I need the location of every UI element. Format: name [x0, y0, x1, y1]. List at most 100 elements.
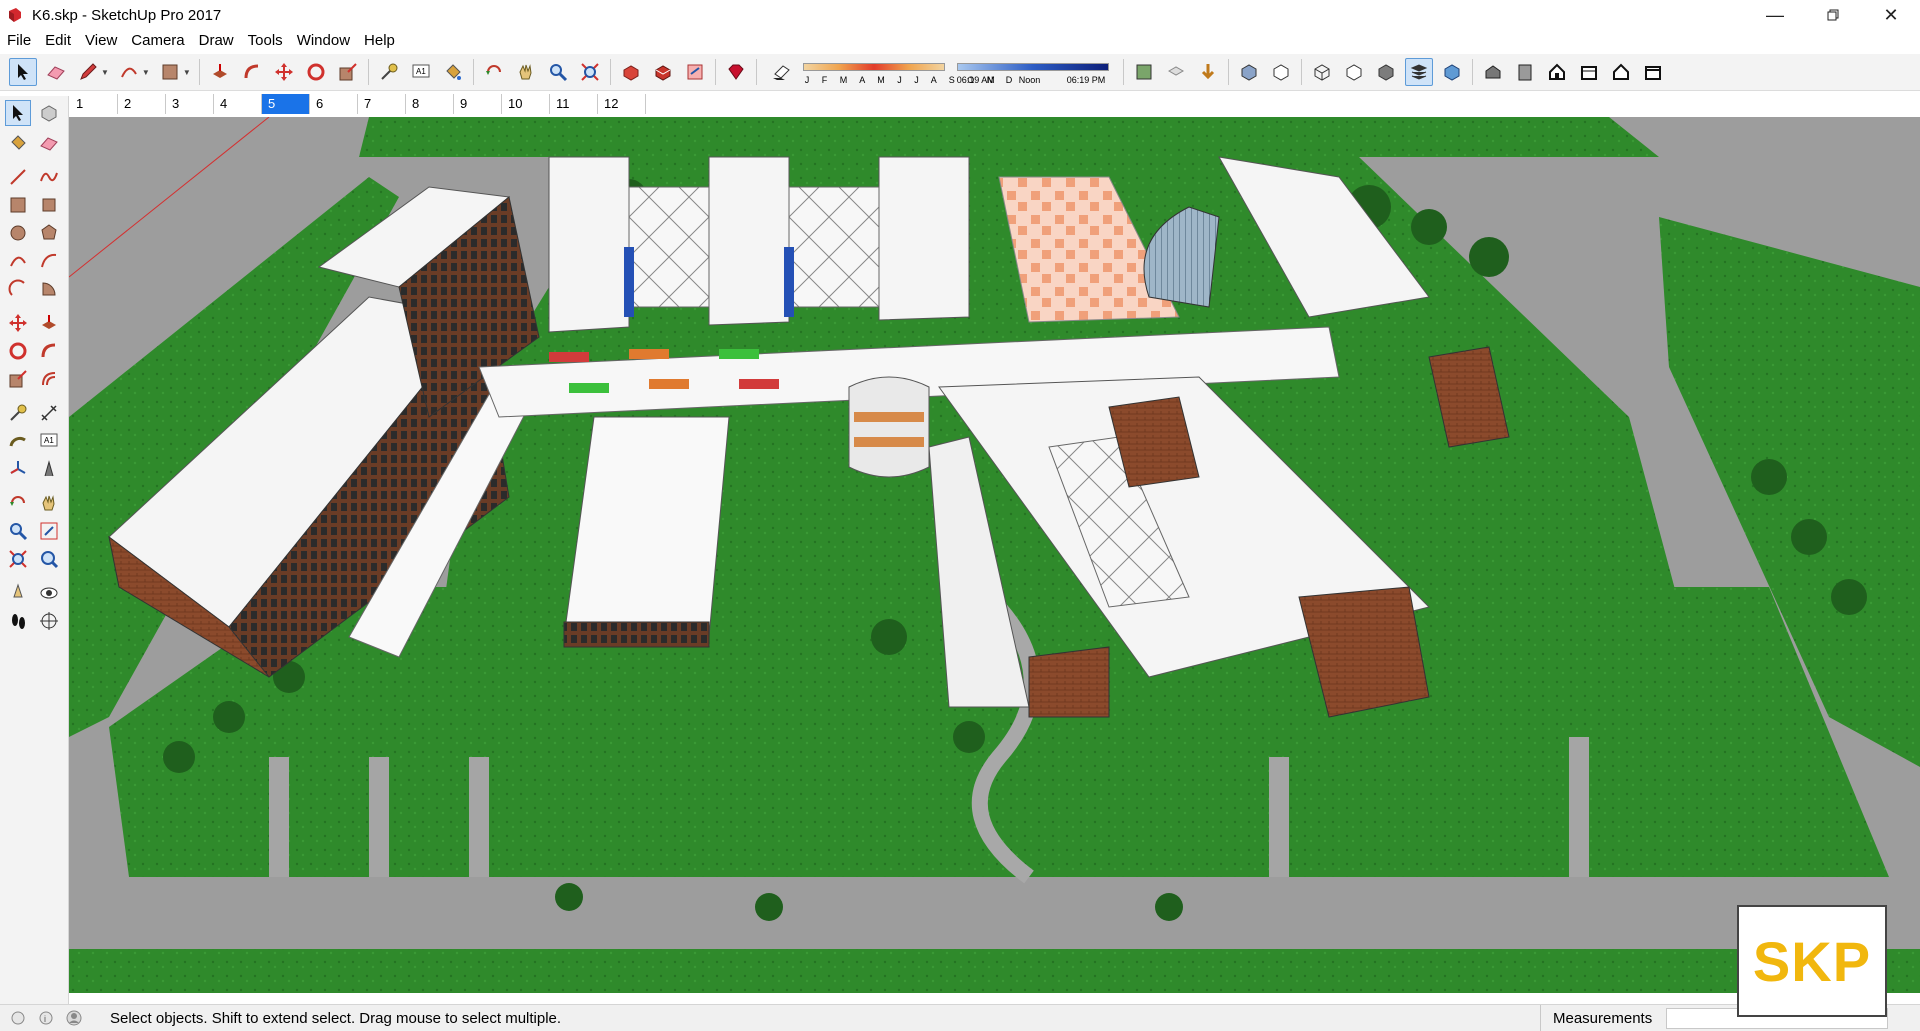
section-plane-icon[interactable] — [36, 608, 62, 634]
select-icon[interactable] — [5, 100, 31, 126]
zoom-extents-icon[interactable] — [5, 546, 31, 572]
tape-measure-icon[interactable] — [376, 59, 402, 85]
scene-tab[interactable]: 9 — [454, 94, 502, 114]
look-around-icon[interactable] — [36, 580, 62, 606]
back-view-icon[interactable] — [1608, 59, 1634, 85]
paint-bucket-icon[interactable] — [5, 130, 31, 156]
orbit-icon[interactable] — [481, 59, 507, 85]
menu-help[interactable]: Help — [357, 30, 402, 52]
xray-icon[interactable] — [1131, 59, 1157, 85]
textured-icon[interactable] — [1439, 59, 1465, 85]
tape-measure-icon[interactable] — [5, 400, 31, 426]
text-icon[interactable]: A1 — [36, 428, 62, 454]
eraser-icon[interactable] — [36, 130, 62, 156]
eraser-icon[interactable] — [43, 59, 69, 85]
geo-location-icon[interactable] — [8, 1008, 28, 1028]
move-icon[interactable] — [271, 59, 297, 85]
walk-icon[interactable] — [5, 608, 31, 634]
three-point-arc-icon[interactable] — [5, 276, 31, 302]
text-icon[interactable]: A1 — [408, 59, 434, 85]
minimize-icon[interactable]: — — [1746, 0, 1804, 30]
scene-tab[interactable]: 7 — [358, 94, 406, 114]
two-point-arc-icon[interactable] — [36, 248, 62, 274]
rectangle-icon[interactable] — [157, 59, 183, 85]
monochrome-icon[interactable] — [1373, 59, 1399, 85]
wireframe-icon[interactable] — [1236, 59, 1262, 85]
polygon-icon[interactable] — [36, 220, 62, 246]
hidden-line-icon[interactable] — [1268, 59, 1294, 85]
extension-warehouse-icon[interactable] — [650, 59, 676, 85]
month-slider[interactable]: J F M A M J J A S O N D — [802, 55, 1012, 89]
menu-draw[interactable]: Draw — [192, 30, 241, 52]
freehand-icon[interactable] — [36, 164, 62, 190]
paint-bucket-icon[interactable] — [440, 59, 466, 85]
back-edges-icon[interactable] — [1163, 59, 1189, 85]
scale-icon[interactable] — [5, 366, 31, 392]
user-account-icon[interactable] — [64, 1008, 84, 1028]
rotate-icon[interactable] — [5, 338, 31, 364]
scene-tab-selected[interactable]: 5 — [262, 94, 310, 114]
zoom-window-icon[interactable] — [36, 518, 62, 544]
make-component-icon[interactable] — [36, 100, 62, 126]
follow-me-icon[interactable] — [239, 59, 265, 85]
push-pull-icon[interactable] — [36, 310, 62, 336]
select-icon[interactable] — [9, 58, 37, 86]
scene-tab[interactable]: 3 — [166, 94, 214, 114]
position-camera-icon[interactable] — [5, 580, 31, 606]
ruby-icon[interactable] — [723, 59, 749, 85]
right-view-icon[interactable] — [1576, 59, 1602, 85]
send-to-layout-icon[interactable] — [682, 59, 708, 85]
arc-icon[interactable] — [116, 59, 142, 85]
menu-tools[interactable]: Tools — [241, 30, 290, 52]
arc-icon[interactable] — [5, 248, 31, 274]
scene-tab[interactable]: 10 — [502, 94, 550, 114]
line-icon[interactable] — [5, 164, 31, 190]
scene-tab[interactable]: 12 — [598, 94, 646, 114]
push-pull-icon[interactable] — [207, 59, 233, 85]
menu-window[interactable]: Window — [290, 30, 357, 52]
front-view-icon[interactable] — [1544, 59, 1570, 85]
menu-camera[interactable]: Camera — [124, 30, 191, 52]
scene-tab[interactable]: 6 — [310, 94, 358, 114]
chevron-down-icon[interactable]: ▼ — [142, 68, 150, 77]
scene-tab[interactable]: 11 — [550, 94, 598, 114]
rotated-rectangle-icon[interactable] — [36, 192, 62, 218]
menu-file[interactable]: File — [0, 30, 38, 52]
shaded-icon[interactable] — [1309, 59, 1335, 85]
pie-icon[interactable] — [36, 276, 62, 302]
menu-view[interactable]: View — [78, 30, 124, 52]
iso-view-icon[interactable] — [1480, 59, 1506, 85]
scene-tab[interactable]: 8 — [406, 94, 454, 114]
drawing-viewport[interactable] — [69, 117, 1920, 993]
zoom-icon[interactable] — [5, 518, 31, 544]
axes-icon[interactable] — [5, 456, 31, 482]
zoom-extents-icon[interactable] — [577, 59, 603, 85]
pan-icon[interactable] — [513, 59, 539, 85]
zoom-icon[interactable] — [545, 59, 571, 85]
section-plane-icon[interactable] — [1195, 59, 1221, 85]
top-view-icon[interactable] — [1512, 59, 1538, 85]
shadows-toggle-icon[interactable] — [768, 59, 794, 85]
pan-icon[interactable] — [36, 490, 62, 516]
restore-icon[interactable] — [1804, 0, 1862, 30]
move-icon[interactable] — [5, 310, 31, 336]
3d-text-icon[interactable] — [36, 456, 62, 482]
3d-warehouse-icon[interactable] — [618, 59, 644, 85]
rectangle-icon[interactable] — [5, 192, 31, 218]
shaded-textures-icon[interactable] — [1341, 59, 1367, 85]
layers-style-icon[interactable] — [1404, 58, 1433, 86]
left-view-icon[interactable] — [1640, 59, 1666, 85]
previous-view-icon[interactable] — [36, 546, 62, 572]
orbit-icon[interactable] — [5, 490, 31, 516]
follow-me-icon[interactable] — [36, 338, 62, 364]
scene-tab[interactable]: 2 — [118, 94, 166, 114]
scene-tab[interactable]: 4 — [214, 94, 262, 114]
menu-edit[interactable]: Edit — [38, 30, 78, 52]
rotate-icon[interactable] — [303, 59, 329, 85]
pencil-icon[interactable] — [75, 59, 101, 85]
info-icon[interactable]: i — [36, 1008, 56, 1028]
scale-icon[interactable] — [335, 59, 361, 85]
time-slider[interactable]: 06:19 AM Noon 06:19 PM — [956, 55, 1109, 89]
close-icon[interactable]: ✕ — [1862, 0, 1920, 30]
protractor-icon[interactable] — [5, 428, 31, 454]
